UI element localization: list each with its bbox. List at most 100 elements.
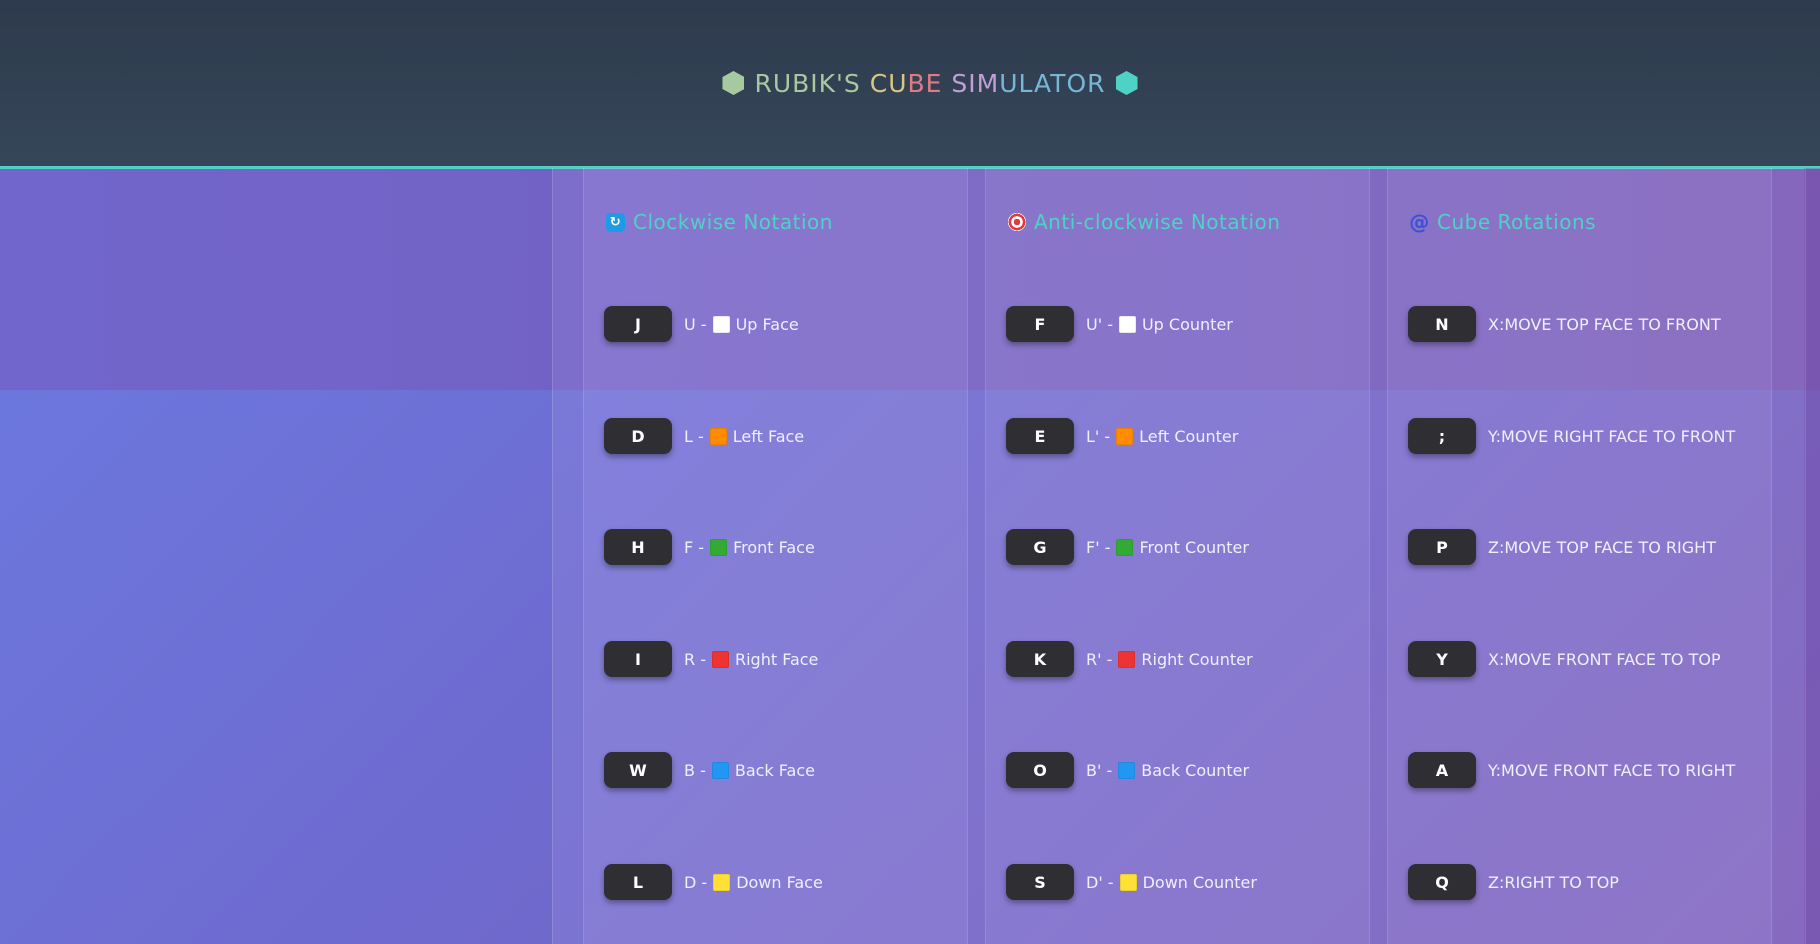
move-label: Front Face [733, 537, 815, 557]
shortcut-row: J U - Up Face [604, 306, 799, 342]
rotation-label: X:MOVE FRONT FACE TO TOP [1488, 649, 1721, 669]
anticlockwise-column: Anti-clockwise Notation F U' - Up Counte… [985, 168, 1370, 944]
move-label: Left Face [732, 426, 805, 446]
shortcut-row: O B' - Back Counter [1006, 752, 1249, 788]
move-label: Back Face [734, 760, 815, 780]
face-color-swatch [1118, 315, 1136, 333]
face-color-swatch [709, 427, 727, 445]
move-label: Front Counter [1139, 537, 1249, 557]
move-label: Back Counter [1141, 760, 1250, 780]
shortcut-row: N X:MOVE TOP FACE TO FRONT [1408, 306, 1721, 342]
key-button[interactable]: D [604, 418, 672, 454]
move-notation: D - [684, 872, 708, 892]
column-heading: Anti-clockwise Notation [1008, 210, 1280, 234]
face-color-swatch [1118, 761, 1136, 779]
move-label: Up Face [735, 314, 799, 334]
shortcut-row: P Z:MOVE TOP FACE TO RIGHT [1408, 529, 1716, 565]
face-color-swatch [710, 538, 728, 556]
rotation-label: X:MOVE TOP FACE TO FRONT [1488, 314, 1721, 334]
move-notation: L - [684, 426, 704, 446]
title-part-1: RUBIK'S [754, 68, 870, 98]
key-button[interactable]: N [1408, 306, 1476, 342]
rotations-heading: Cube Rotations [1437, 210, 1597, 234]
title-part-3: BE [907, 68, 952, 98]
rotation-label: Y:MOVE RIGHT FACE TO FRONT [1488, 426, 1736, 446]
shortcut-row: A Y:MOVE FRONT FACE TO RIGHT [1408, 752, 1735, 788]
move-notation: U - [684, 314, 707, 334]
shortcut-row: Y X:MOVE FRONT FACE TO TOP [1408, 641, 1721, 677]
swirl-icon: @ [1409, 210, 1430, 234]
move-notation: F - [684, 537, 705, 557]
title-part-5: ULATOR [999, 68, 1106, 98]
key-button[interactable]: Y [1408, 641, 1476, 677]
app-title: RUBIK'S CUBE SIMULATOR [722, 68, 1138, 98]
key-button[interactable]: S [1006, 864, 1074, 900]
key-button[interactable]: F [1006, 306, 1074, 342]
column-heading: @ Cube Rotations [1409, 210, 1597, 234]
key-button[interactable]: J [604, 306, 672, 342]
face-color-swatch [712, 315, 730, 333]
face-color-swatch [1116, 427, 1134, 445]
move-label: Right Counter [1141, 649, 1253, 669]
key-button[interactable]: A [1408, 752, 1476, 788]
key-button[interactable]: ; [1408, 418, 1476, 454]
shortcut-row: K R' - Right Counter [1006, 641, 1253, 677]
column-heading: ↻ Clockwise Notation [606, 210, 833, 234]
key-button[interactable]: E [1006, 418, 1074, 454]
rotations-column: @ Cube Rotations N X:MOVE TOP FACE TO FR… [1387, 168, 1772, 944]
shortcut-row: I R - Right Face [604, 641, 818, 677]
shortcut-row: ; Y:MOVE RIGHT FACE TO FRONT [1408, 418, 1735, 454]
move-notation: D' - [1086, 872, 1114, 892]
key-button[interactable]: I [604, 641, 672, 677]
shortcut-row: D L - Left Face [604, 418, 804, 454]
shortcut-row: F U' - Up Counter [1006, 306, 1233, 342]
shortcut-row: E L' - Left Counter [1006, 418, 1238, 454]
move-notation: R' - [1086, 649, 1113, 669]
key-button[interactable]: H [604, 529, 672, 565]
face-color-swatch [711, 761, 729, 779]
shortcut-row: W B - Back Face [604, 752, 815, 788]
face-color-swatch [1119, 873, 1137, 891]
move-notation: U' - [1086, 314, 1113, 334]
move-label: Down Face [736, 872, 823, 892]
refresh-icon: ↻ [606, 212, 625, 232]
clockwise-heading: Clockwise Notation [633, 210, 833, 234]
move-notation: B' - [1086, 760, 1113, 780]
key-button[interactable]: O [1006, 752, 1074, 788]
move-notation: F' - [1086, 537, 1111, 557]
rotation-label: Z:RIGHT TO TOP [1488, 872, 1619, 892]
shortcut-row: H F - Front Face [604, 529, 815, 565]
move-label: Up Counter [1141, 314, 1233, 334]
app-header: RUBIK'S CUBE SIMULATOR [0, 0, 1820, 169]
key-button[interactable]: Q [1408, 864, 1476, 900]
rotation-label: Y:MOVE FRONT FACE TO RIGHT [1488, 760, 1736, 780]
key-button[interactable]: W [604, 752, 672, 788]
key-button[interactable]: L [604, 864, 672, 900]
move-label: Down Counter [1142, 872, 1257, 892]
shortcut-row: Q Z:RIGHT TO TOP [1408, 864, 1619, 900]
face-color-swatch [713, 873, 731, 891]
clockwise-column: ↻ Clockwise Notation J U - Up Face D L -… [583, 168, 968, 944]
face-color-swatch [711, 650, 729, 668]
move-notation: R - [684, 649, 706, 669]
shortcut-row: G F' - Front Counter [1006, 529, 1249, 565]
hexagon-icon [722, 71, 745, 95]
shortcut-row: L D - Down Face [604, 864, 823, 900]
move-label: Right Face [734, 649, 819, 669]
title-part-2: CU [869, 68, 908, 98]
rotation-label: Z:MOVE TOP FACE TO RIGHT [1488, 537, 1716, 557]
move-notation: B - [684, 760, 706, 780]
move-label: Left Counter [1139, 426, 1239, 446]
right-edge-strip [1804, 168, 1820, 944]
face-color-swatch [1118, 650, 1136, 668]
key-button[interactable]: K [1006, 641, 1074, 677]
target-icon [1008, 213, 1026, 231]
shortcut-row: S D' - Down Counter [1006, 864, 1257, 900]
anticlockwise-heading: Anti-clockwise Notation [1034, 210, 1281, 234]
move-notation: L' - [1086, 426, 1111, 446]
hexagon-icon [1115, 71, 1138, 95]
title-part-4: SIM [951, 68, 1000, 98]
face-color-swatch [1116, 538, 1134, 556]
key-button[interactable]: P [1408, 529, 1476, 565]
key-button[interactable]: G [1006, 529, 1074, 565]
